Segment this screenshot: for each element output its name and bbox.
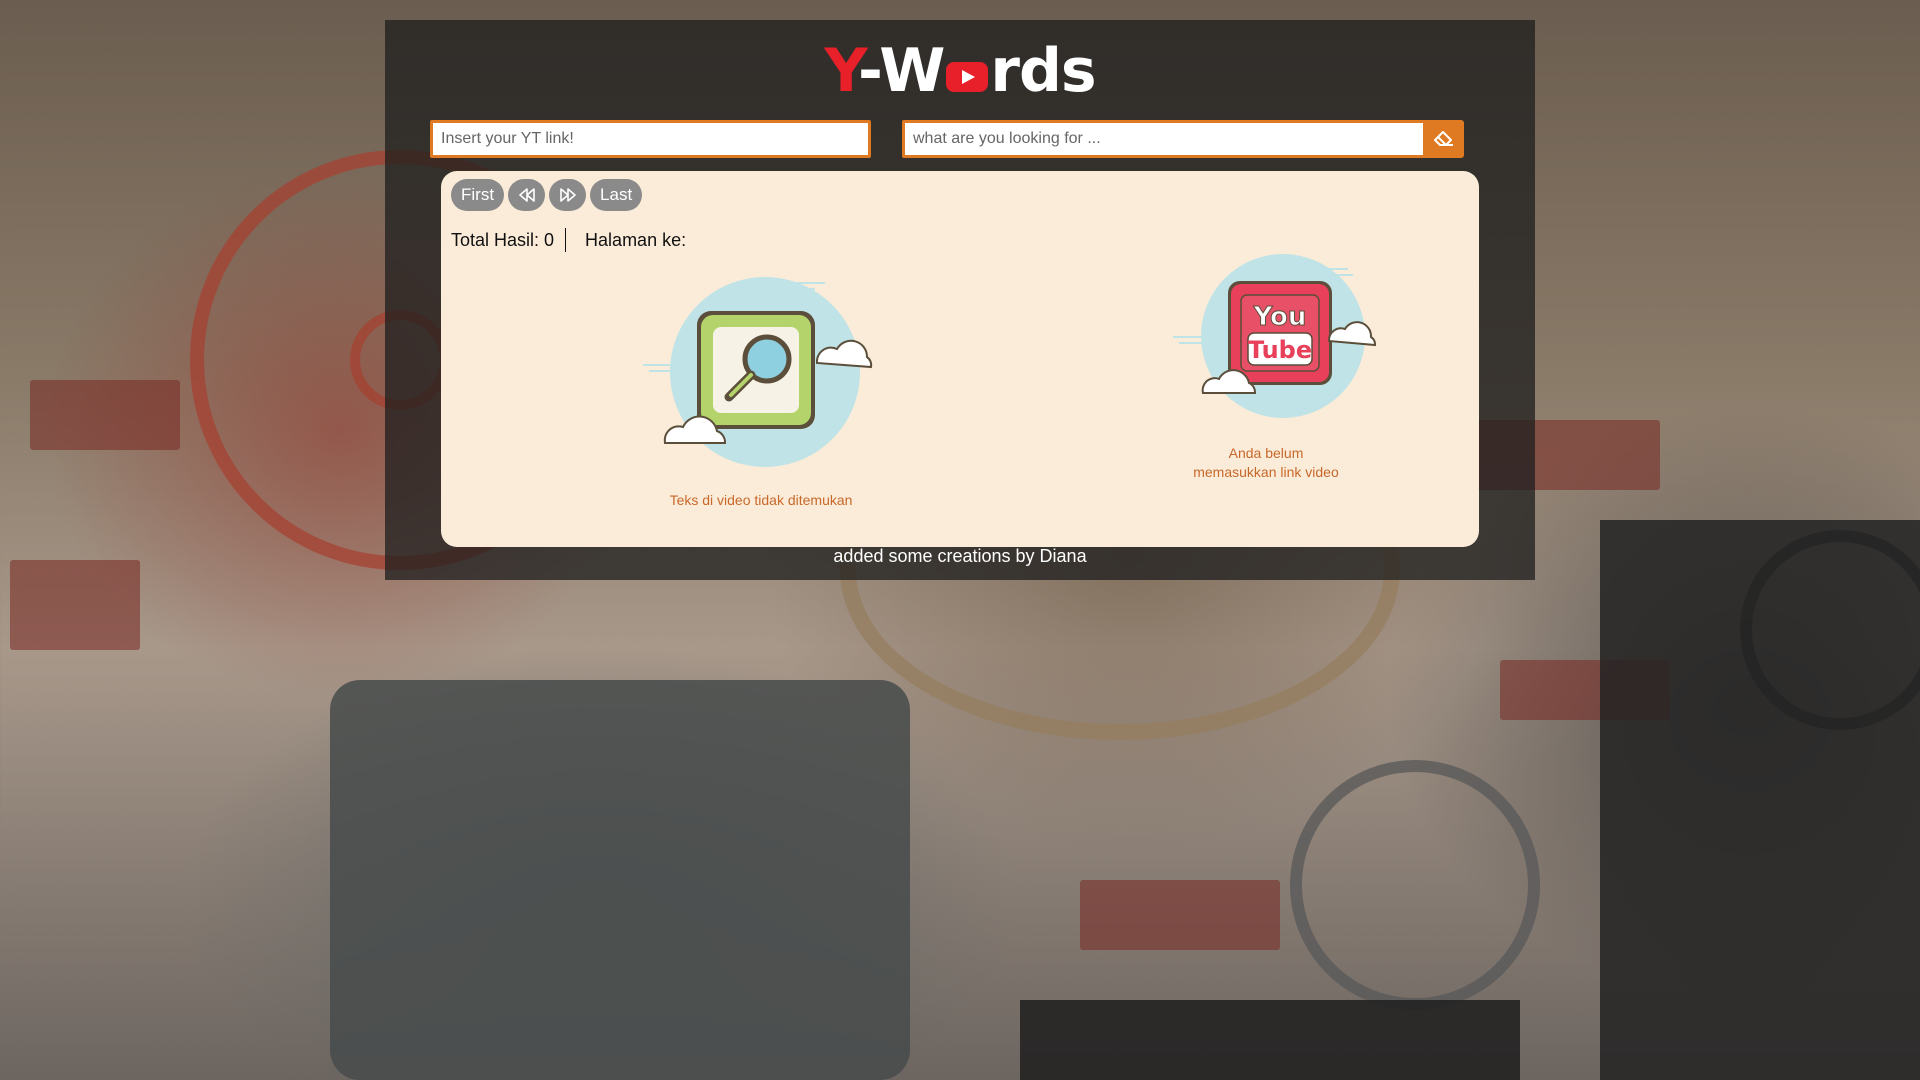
pagination: First Last: [451, 179, 643, 211]
rewind-icon: [518, 188, 535, 202]
footer-credit: added some creations by Diana: [833, 546, 1087, 566]
logo-text-rds: rds: [990, 36, 1096, 106]
search-empty-caption: Teks di video tidak ditemukan: [669, 492, 853, 508]
yt-link-input[interactable]: [430, 120, 871, 158]
app-logo: Y-W rds: [0, 36, 1920, 106]
youtube-play-icon: [946, 62, 989, 92]
youtube-logo-icon: You Tube: [1173, 254, 1376, 418]
results-card: First Last Total Hasil: 0 Halaman ke: Te…: [441, 171, 1479, 547]
youtube-empty-caption: Anda belum memasukkan link video: [1141, 444, 1391, 482]
logo-letter-y: Y: [824, 36, 859, 106]
logo-text-w: -W: [857, 36, 945, 106]
page-number-label: Halaman ke:: [585, 229, 687, 250]
prev-page-button[interactable]: [508, 179, 546, 211]
youtube-caption-line2: memasukkan link video: [1193, 464, 1339, 480]
search-input[interactable]: [902, 120, 1426, 158]
first-page-button[interactable]: First: [451, 179, 505, 211]
fast-forward-icon: [559, 188, 576, 202]
svg-text:Tube: Tube: [1248, 336, 1312, 364]
stats-divider: [565, 228, 567, 252]
next-page-button[interactable]: [549, 179, 587, 211]
eraser-icon: [1434, 131, 1453, 146]
youtube-caption-line1: Anda belum: [1228, 445, 1304, 461]
last-page-button[interactable]: Last: [590, 179, 643, 211]
results-stats: Total Hasil: 0 Halaman ke:: [451, 228, 686, 252]
magnifier-board-icon: [643, 277, 873, 467]
total-results: Total Hasil: 0: [451, 229, 555, 250]
svg-text:You: You: [1253, 302, 1307, 332]
clear-search-button[interactable]: [1424, 120, 1464, 158]
